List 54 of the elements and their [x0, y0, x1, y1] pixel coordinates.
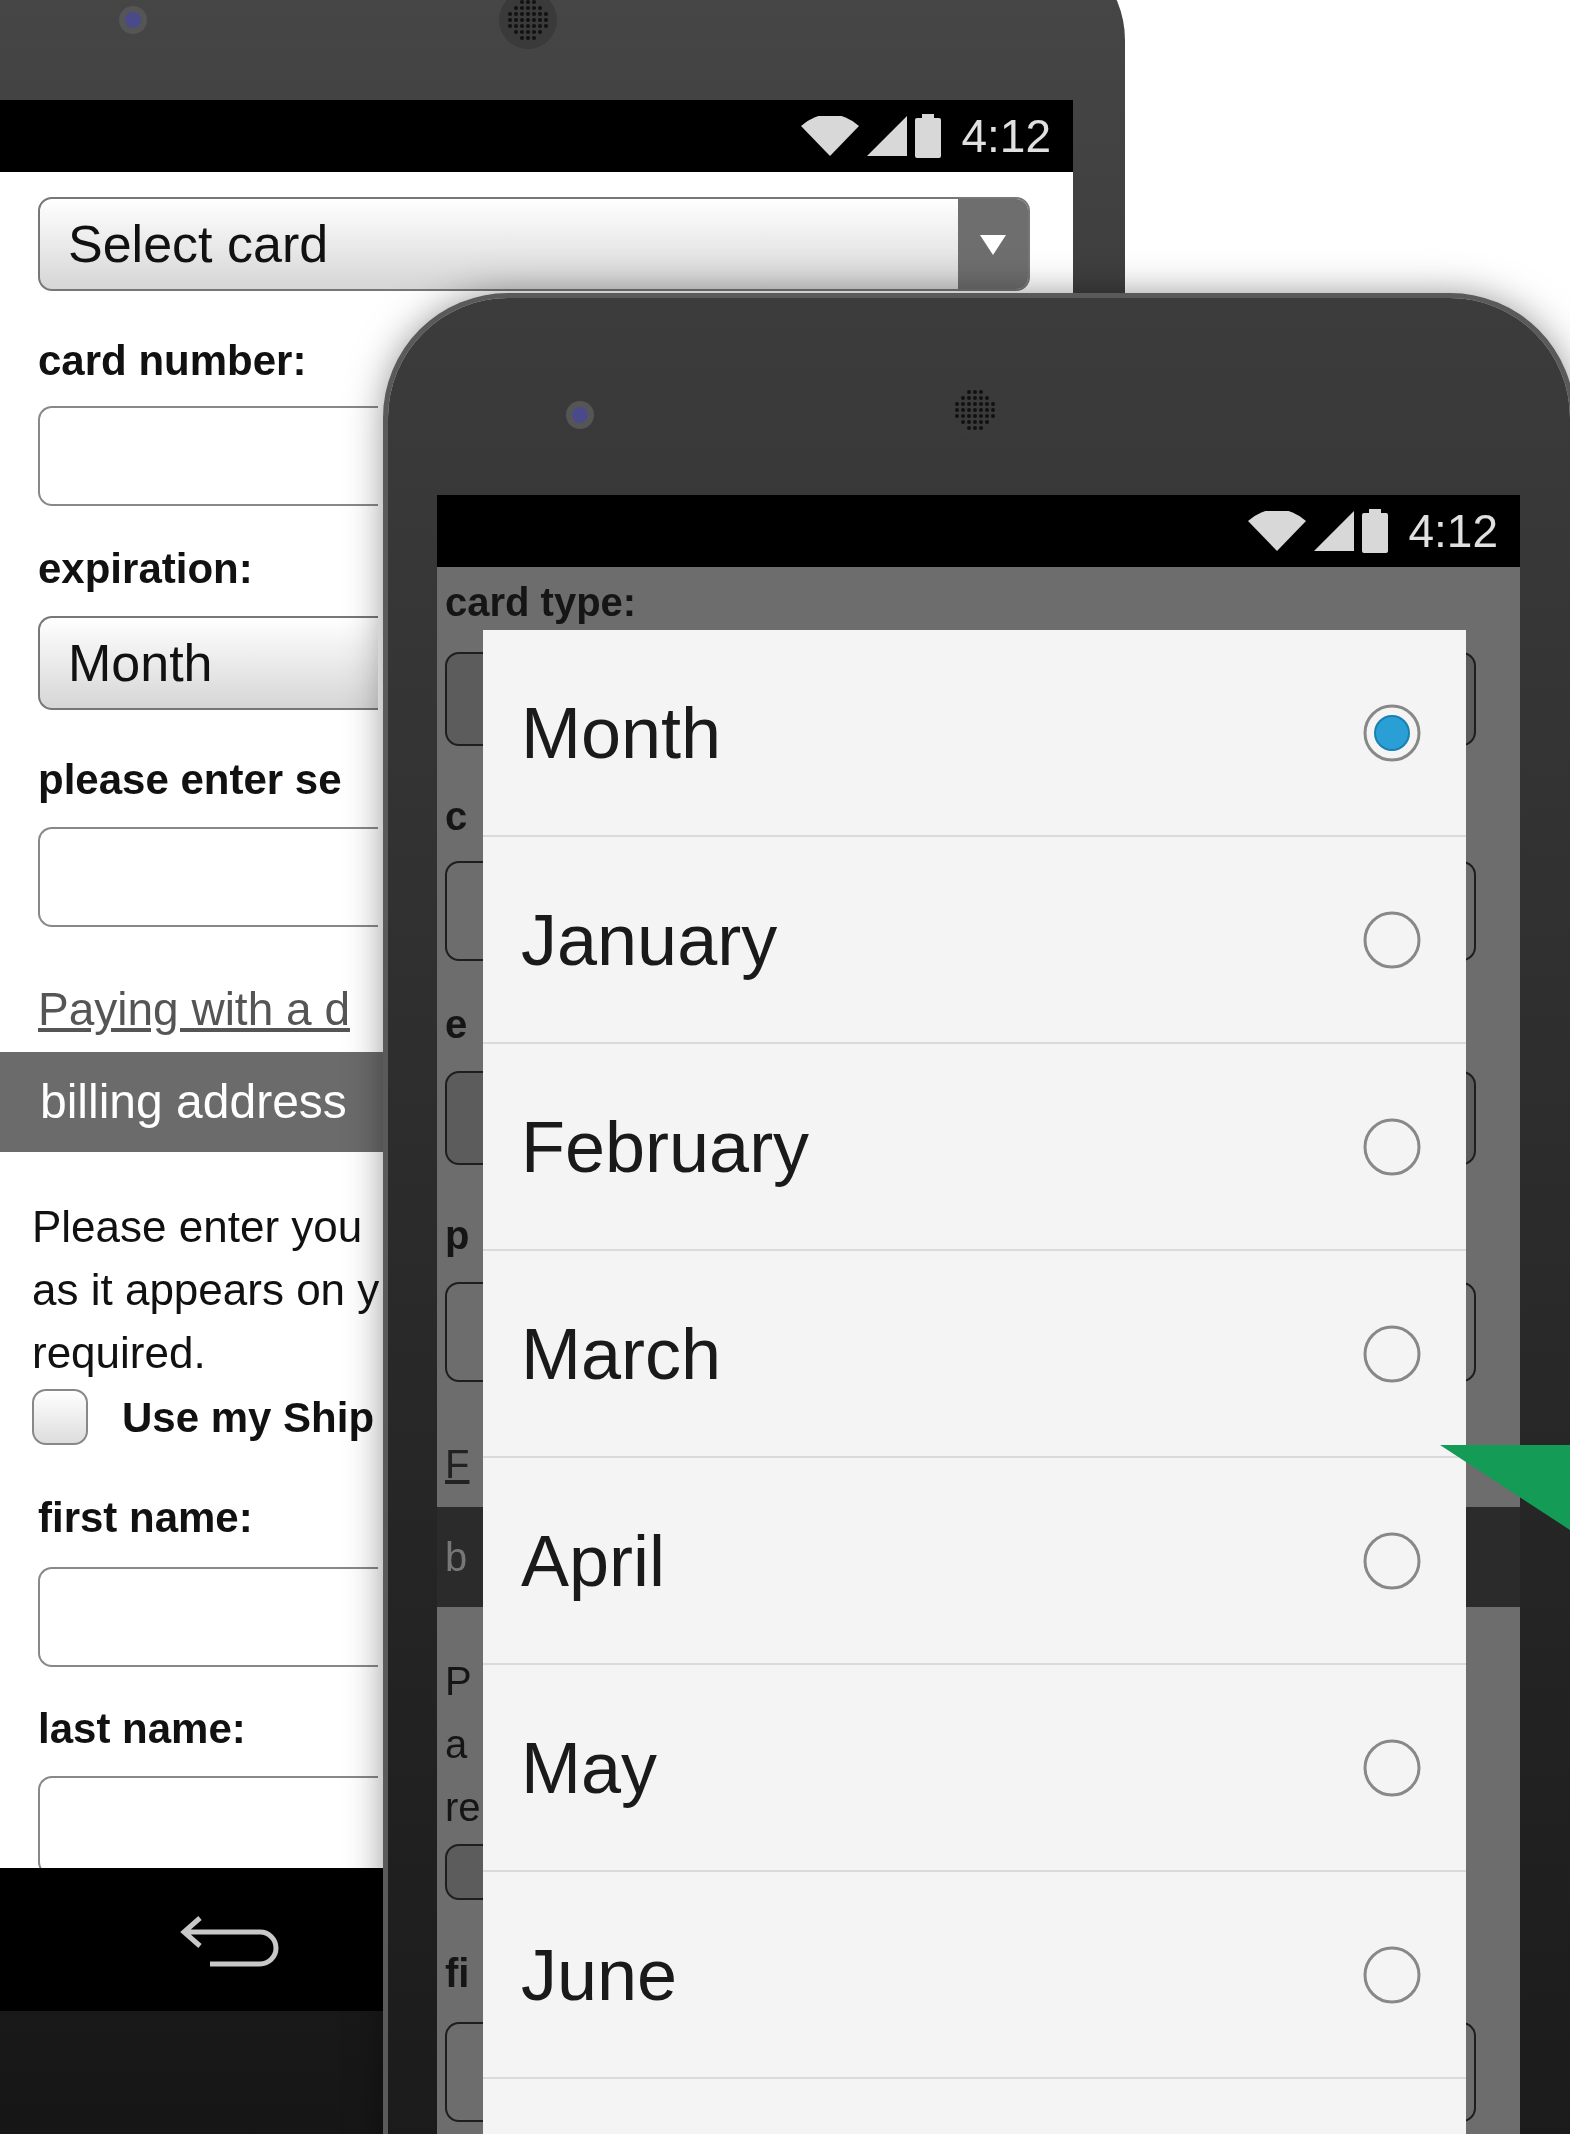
- month-option[interactable]: April: [483, 1458, 1466, 1665]
- status-time: 4:12: [961, 113, 1051, 159]
- corner-triangle-icon: [1440, 1445, 1570, 1530]
- field-label: c: [445, 793, 468, 840]
- radio-button[interactable]: [1363, 1531, 1421, 1590]
- instructions-text: re: [445, 1784, 481, 1831]
- field-label: p: [445, 1212, 470, 1259]
- dropdown-arrow-icon: [958, 199, 1028, 289]
- radio-button[interactable]: [1363, 1324, 1421, 1383]
- field-label: last name:: [38, 1704, 246, 1754]
- section-header-text: b: [445, 1534, 468, 1581]
- instructions-text: as it appears on y: [32, 1264, 380, 1316]
- battery-icon: [1362, 509, 1389, 553]
- instructions-text: a: [445, 1721, 468, 1768]
- radio-button[interactable]: [1363, 1945, 1421, 2004]
- instructions-text: Please enter you: [32, 1201, 363, 1253]
- battery-icon: [915, 114, 942, 158]
- field-label: e: [445, 1001, 468, 1048]
- field-label: first name:: [38, 1493, 253, 1543]
- field-label: card type:: [445, 579, 637, 626]
- field-label: expiration:: [38, 544, 253, 594]
- select-dropdown[interactable]: Select card: [38, 197, 1030, 291]
- debit-card-link[interactable]: Paying with a d: [38, 979, 350, 1039]
- radio-button[interactable]: [1363, 1738, 1421, 1797]
- month-option[interactable]: January: [483, 837, 1466, 1044]
- input-field[interactable]: [38, 406, 378, 506]
- month-option[interactable]: May: [483, 1665, 1466, 1872]
- signal-icon: [1314, 511, 1355, 551]
- signal-icon: [867, 116, 908, 156]
- speaker-grille-icon: [498, 0, 558, 50]
- select-dropdown[interactable]: Month: [38, 616, 378, 710]
- input-field[interactable]: [38, 1776, 378, 1868]
- wifi-icon: [1248, 511, 1307, 551]
- radio-button[interactable]: [1363, 910, 1421, 969]
- radio-button[interactable]: [1363, 703, 1421, 762]
- checkbox-label: Use my Ship: [122, 1392, 375, 1443]
- input-field[interactable]: [38, 1567, 378, 1667]
- month-option[interactable]: February: [483, 1044, 1466, 1251]
- field-label: please enter se: [38, 755, 342, 805]
- field-label: card number:: [38, 336, 307, 386]
- camera-icon: [118, 5, 148, 35]
- status-time: 4:12: [1408, 508, 1498, 554]
- instructions-text: required.: [32, 1327, 206, 1379]
- month-option[interactable]: Month: [483, 630, 1466, 837]
- checkbox[interactable]: [32, 1389, 88, 1445]
- month-option[interactable]: June: [483, 1872, 1466, 2079]
- field-label: fi: [445, 1950, 470, 1997]
- section-header-text: billing address: [40, 1074, 347, 1130]
- radio-button[interactable]: [1363, 1117, 1421, 1176]
- instructions-text: P: [445, 1658, 472, 1705]
- month-option[interactable]: March: [483, 1251, 1466, 1458]
- camera-icon: [565, 400, 595, 430]
- wifi-icon: [801, 116, 860, 156]
- input-field[interactable]: [38, 827, 378, 927]
